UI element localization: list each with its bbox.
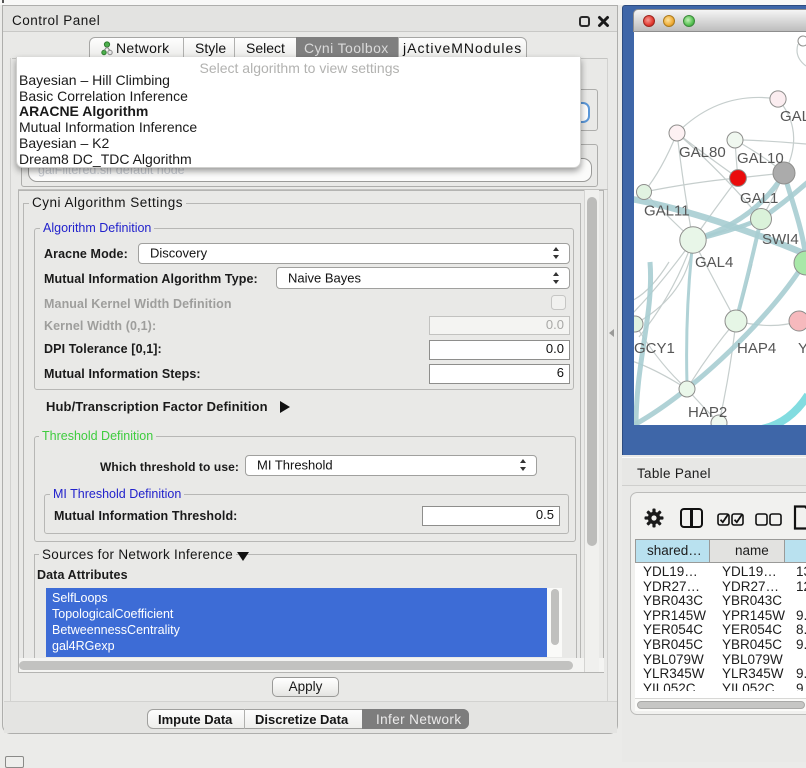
svg-text:GAL11: GAL11 xyxy=(644,203,690,220)
svg-text:Y: Y xyxy=(798,340,806,357)
svg-text:SWI4: SWI4 xyxy=(762,231,799,248)
svg-text:GAL1: GAL1 xyxy=(740,190,778,207)
svg-text:GAL80: GAL80 xyxy=(679,144,726,161)
svg-text:GCY1: GCY1 xyxy=(634,340,675,357)
svg-text:HAP4: HAP4 xyxy=(737,340,776,357)
svg-text:GAL4: GAL4 xyxy=(695,254,733,271)
svg-text:HAP2: HAP2 xyxy=(688,404,727,421)
svg-text:GAL10: GAL10 xyxy=(737,150,784,167)
svg-text:GAL: GAL xyxy=(780,108,806,125)
